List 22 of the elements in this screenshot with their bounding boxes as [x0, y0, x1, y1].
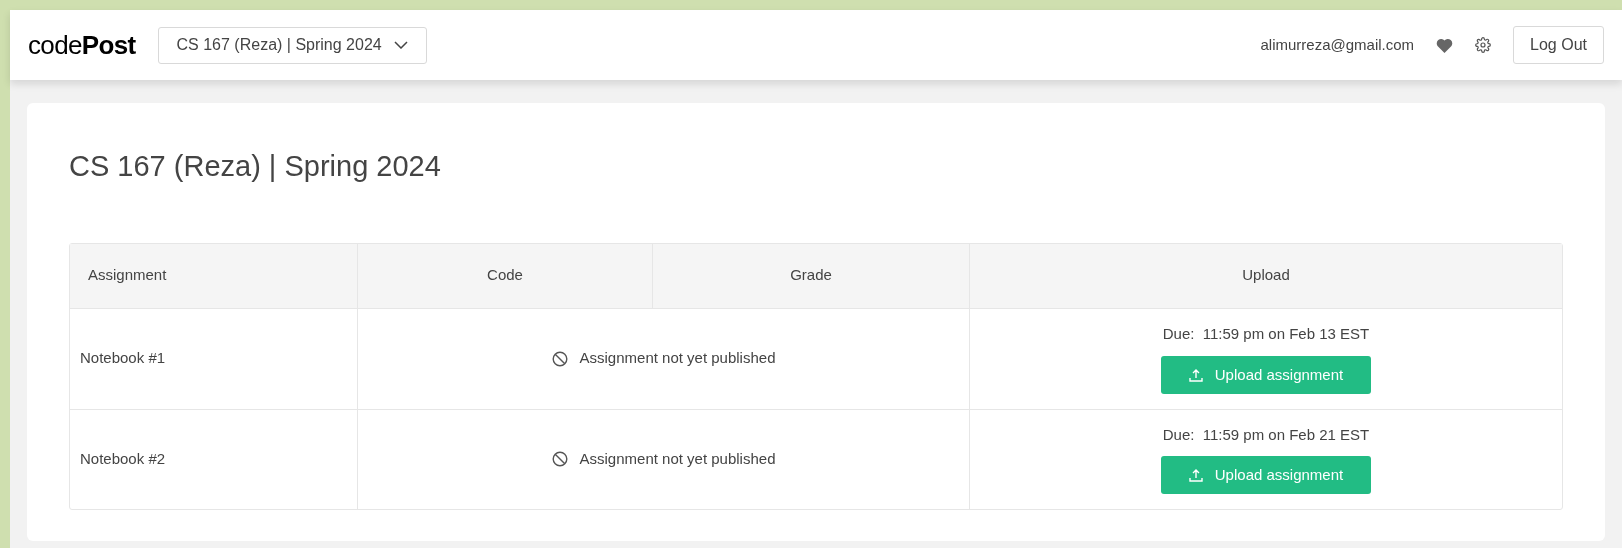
page-title: CS 167 (Reza) | Spring 2024	[69, 149, 442, 184]
logo[interactable]: codePost	[28, 25, 136, 65]
column-header: Assignment	[87, 265, 168, 286]
due-date: Due: 11:59 pm on Feb 13 EST	[1162, 324, 1370, 345]
due-date: Due: 11:59 pm on Feb 21 EST	[1162, 424, 1370, 445]
settings-icon[interactable]	[1475, 37, 1492, 53]
heart-icon[interactable]	[1436, 37, 1454, 53]
user-email: alimurreza@gmail.com	[1260, 34, 1415, 55]
logout-button[interactable]: Log Out	[1513, 26, 1604, 64]
prohibited-icon	[551, 350, 568, 367]
table-cell-text: Notebook #2	[79, 448, 167, 469]
column-header: Upload	[969, 243, 1562, 308]
chevron-down-icon	[393, 41, 408, 49]
status-text: Assignment not yet published	[579, 348, 776, 369]
course-dropdown[interactable]: CS 167 (Reza) | Spring 2024	[157, 26, 427, 64]
table-cell-text: Notebook #1	[79, 348, 167, 369]
column-header: Code	[357, 243, 652, 308]
status-text: Assignment not yet published	[579, 448, 776, 469]
upload-icon	[1188, 468, 1203, 483]
upload-icon	[1188, 367, 1203, 382]
prohibited-icon	[551, 451, 568, 467]
column-header: Grade	[652, 243, 969, 308]
